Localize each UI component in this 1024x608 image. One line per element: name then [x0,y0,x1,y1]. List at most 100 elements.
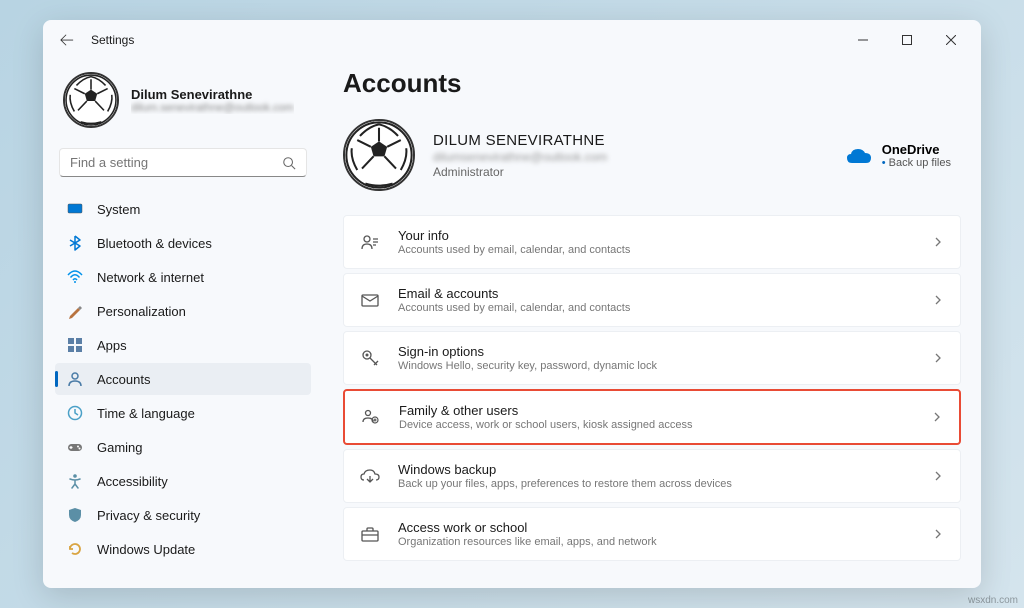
card-text: Sign-in options Windows Hello, security … [398,344,914,372]
card-title: Family & other users [399,403,913,418]
gaming-icon [67,439,83,455]
main-content: Accounts DILUM SENEVIRATHNE dilumsenevir… [323,60,981,588]
onedrive-text: OneDrive Back up files [882,142,951,169]
sidebar-item-network[interactable]: Network & internet [55,261,311,293]
card-title: Access work or school [398,520,914,535]
card-signin-options[interactable]: Sign-in options Windows Hello, security … [343,331,961,385]
user-email: dilum.senevirathne@outlook.com [131,102,294,114]
profile-avatar[interactable] [343,119,415,191]
watermark: wsxdn.com [968,595,1018,606]
onedrive-card[interactable]: OneDrive Back up files [846,142,961,169]
sidebar-item-accounts[interactable]: Accounts [55,363,311,395]
close-button[interactable] [929,24,973,56]
onedrive-icon [846,146,872,164]
user-info: Dilum Senevirathne dilum.senevirathne@ou… [131,87,294,114]
body: Dilum Senevirathne dilum.senevirathne@ou… [43,60,981,588]
card-title: Email & accounts [398,286,914,301]
nav-label: Bluetooth & devices [97,236,212,251]
window-title: Settings [91,33,134,47]
chevron-right-icon [932,294,944,306]
card-text: Email & accounts Accounts used by email,… [398,286,914,314]
titlebar: Settings [43,20,981,60]
system-icon [67,201,83,217]
card-title: Sign-in options [398,344,914,359]
apps-icon [67,337,83,353]
card-text: Family & other users Device access, work… [399,403,913,431]
key-icon [360,348,380,368]
maximize-button[interactable] [885,24,929,56]
sidebar-item-apps[interactable]: Apps [55,329,311,361]
search-box[interactable] [59,148,307,177]
search-input[interactable] [70,155,282,170]
family-icon [361,407,381,427]
maximize-icon [902,35,912,45]
card-sub: Organization resources like email, apps,… [398,536,914,548]
card-email-accounts[interactable]: Email & accounts Accounts used by email,… [343,273,961,327]
card-title: Windows backup [398,462,914,477]
chevron-right-icon [932,352,944,364]
chevron-right-icon [932,528,944,540]
sidebar: Dilum Senevirathne dilum.senevirathne@ou… [43,60,323,588]
minimize-button[interactable] [841,24,885,56]
nav-label: Apps [97,338,127,353]
nav-list: System Bluetooth & devices Network & int… [55,193,311,567]
nav-label: Privacy & security [97,508,200,523]
card-list: Your info Accounts used by email, calend… [343,215,961,561]
card-text: Your info Accounts used by email, calend… [398,228,914,256]
card-access-work[interactable]: Access work or school Organization resou… [343,507,961,561]
minimize-icon [858,35,868,45]
profile-email: dilumsenevirathne@outlook.com [433,150,607,164]
profile-row: DILUM SENEVIRATHNE dilumsenevirathne@out… [343,119,961,191]
sidebar-item-system[interactable]: System [55,193,311,225]
nav-label: Time & language [97,406,195,421]
user-name: Dilum Senevirathne [131,87,294,102]
update-icon [67,541,83,557]
person-card-icon [360,232,380,252]
nav-label: Windows Update [97,542,195,557]
nav-label: Gaming [97,440,143,455]
sidebar-item-personalization[interactable]: Personalization [55,295,311,327]
onedrive-sub: Back up files [882,157,951,169]
card-family-users[interactable]: Family & other users Device access, work… [343,389,961,445]
network-icon [67,269,83,285]
briefcase-icon [360,524,380,544]
nav-label: Accounts [97,372,150,387]
accessibility-icon [67,473,83,489]
card-sub: Accounts used by email, calendar, and co… [398,244,914,256]
card-text: Windows backup Back up your files, apps,… [398,462,914,490]
sidebar-item-accessibility[interactable]: Accessibility [55,465,311,497]
card-title: Your info [398,228,914,243]
sidebar-item-gaming[interactable]: Gaming [55,431,311,463]
sidebar-user[interactable]: Dilum Senevirathne dilum.senevirathne@ou… [55,60,311,144]
nav-label: Personalization [97,304,186,319]
card-your-info[interactable]: Your info Accounts used by email, calend… [343,215,961,269]
card-sub: Device access, work or school users, kio… [399,419,913,431]
sidebar-item-time[interactable]: Time & language [55,397,311,429]
personalization-icon [67,303,83,319]
settings-window: Settings Dilum Senevirathne dilum.senevi… [43,20,981,588]
page-title: Accounts [343,68,961,99]
profile-role: Administrator [433,165,607,179]
chevron-right-icon [931,411,943,423]
card-sub: Accounts used by email, calendar, and co… [398,302,914,314]
privacy-icon [67,507,83,523]
profile-info: DILUM SENEVIRATHNE dilumsenevirathne@out… [433,132,607,179]
nav-label: Network & internet [97,270,204,285]
back-button[interactable] [51,24,83,56]
arrow-left-icon [60,33,74,47]
window-controls [841,24,973,56]
nav-label: Accessibility [97,474,168,489]
chevron-right-icon [932,470,944,482]
avatar [63,72,119,128]
bluetooth-icon [67,235,83,251]
mail-icon [360,290,380,310]
profile-name: DILUM SENEVIRATHNE [433,132,607,149]
card-text: Access work or school Organization resou… [398,520,914,548]
sidebar-item-bluetooth[interactable]: Bluetooth & devices [55,227,311,259]
card-windows-backup[interactable]: Windows backup Back up your files, apps,… [343,449,961,503]
sidebar-item-privacy[interactable]: Privacy & security [55,499,311,531]
search-icon [282,156,296,170]
chevron-right-icon [932,236,944,248]
nav-label: System [97,202,140,217]
sidebar-item-update[interactable]: Windows Update [55,533,311,565]
